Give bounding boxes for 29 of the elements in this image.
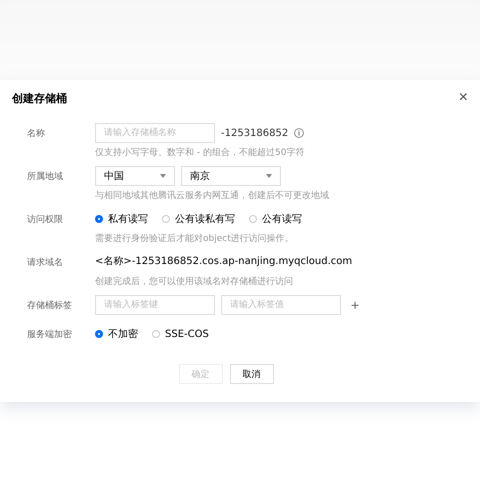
field-label: 所属地域: [26, 170, 64, 184]
field-label: 访问权限: [26, 214, 64, 227]
hint-text: 需要进行身份验证后才能对object进行访问操作。: [95, 232, 295, 245]
radio-option[interactable]: 私有读写: [95, 212, 148, 226]
field-label: 名称: [26, 128, 46, 141]
hint-text: 创建完成后，您可以使用该域名对存储桶进行访问: [95, 276, 294, 288]
region-select[interactable]: 中国: [95, 166, 175, 186]
radio-option[interactable]: 不加密: [95, 327, 138, 341]
field-label: 存储桶标签: [26, 300, 73, 313]
dialog-title: 创建存储桶: [12, 90, 67, 106]
add-button[interactable]: +: [347, 298, 364, 312]
radio-option[interactable]: 公有读私有写: [162, 212, 235, 226]
domain-text: <名称>-1253186852.cos.ap-nanjing.myqcloud.com: [95, 255, 352, 269]
tag-field[interactable]: 请输入标签键: [95, 295, 215, 315]
caret-icon: [160, 174, 166, 178]
dialog-button[interactable]: 取消: [230, 364, 274, 384]
name-field[interactable]: 请输入存储桶名称: [95, 123, 215, 143]
close-button[interactable]: ×: [458, 90, 468, 106]
region-select[interactable]: 南京: [181, 166, 281, 186]
field-label: 请求域名: [26, 256, 64, 270]
caret-icon: [266, 174, 272, 178]
hint-text: 仅支持小写字母、数字和 - 的组合，不能超过50字符: [95, 146, 304, 159]
info-icon[interactable]: [294, 128, 304, 138]
radio-option[interactable]: 公有读写: [249, 212, 302, 226]
account-suffix: -1253186852: [221, 128, 288, 138]
hint-text: 与相同地域其他腾讯云服务内网互通，创建后不可更改地域: [95, 190, 329, 202]
field-label: 服务端加密: [26, 328, 73, 342]
tag-field[interactable]: 请输入标签值: [221, 295, 341, 315]
radio-option[interactable]: SSE-COS: [152, 328, 209, 340]
